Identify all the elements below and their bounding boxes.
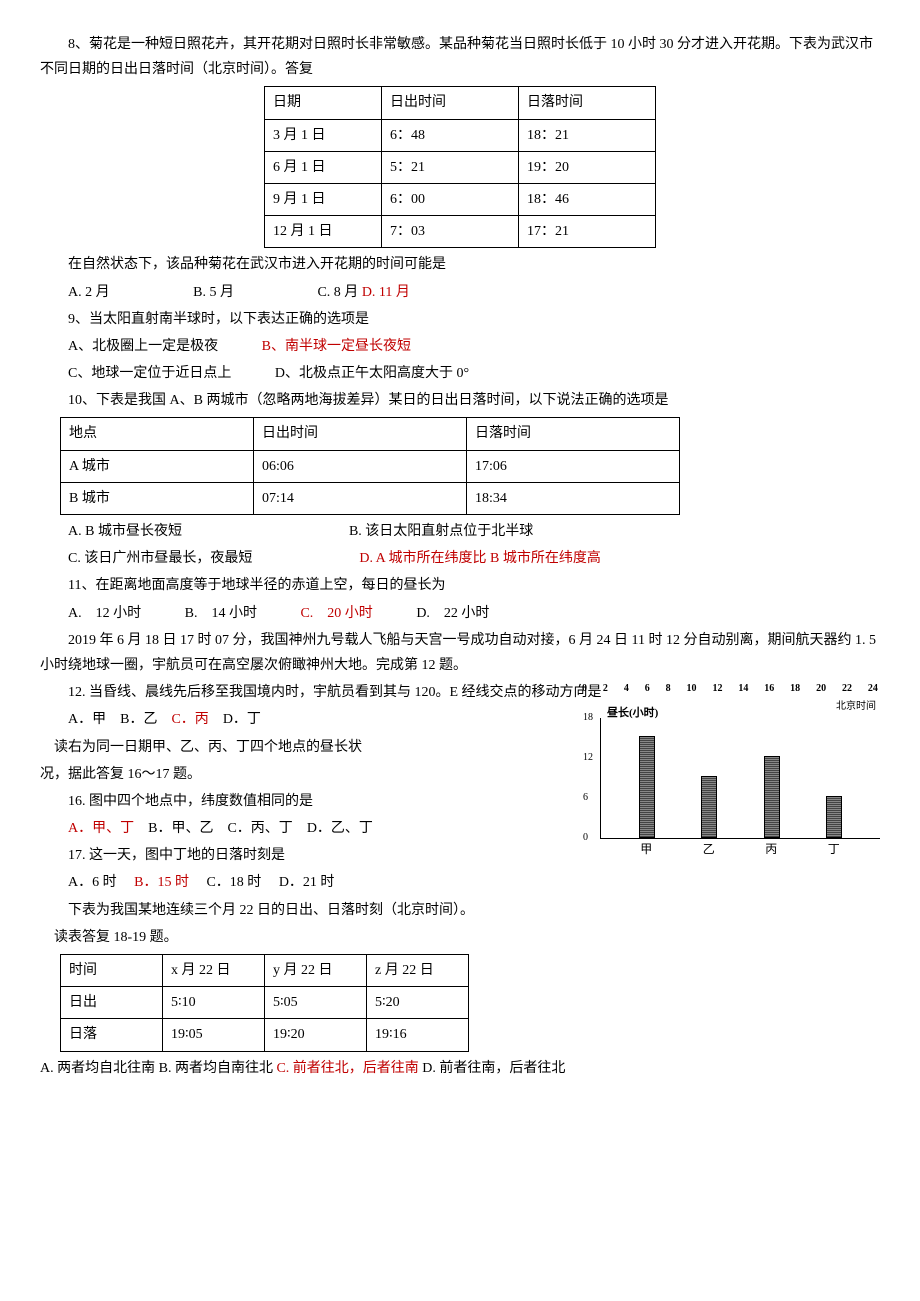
q16-options: A．甲、丁 B．甲、乙 C．丙、丁 D．乙、丁 bbox=[40, 816, 600, 841]
q18-optC: C. 前者往北，后者往南 bbox=[276, 1061, 422, 1076]
q8-options: A. 2 月 B. 5 月 C. 8 月 D. 11 月 bbox=[40, 280, 880, 305]
q10-row1: A. B 城市昼长夜短 B. 该日太阳直射点位于北半球 bbox=[40, 519, 880, 544]
q10-row2: C. 该日广州市昼最长，夜最短 D. A 城市所在纬度比 B 城市所在纬度高 bbox=[40, 546, 880, 571]
q12-options: A．甲 B．乙 C．丙 D．丁 bbox=[40, 707, 600, 732]
q12-optA: A．甲 bbox=[68, 712, 106, 727]
q18-table: 时间 x 月 22 日 y 月 22 日 z 月 22 日 日出 5∶10 5∶… bbox=[60, 954, 469, 1052]
passage16: 读右为同一日期甲、乙、丙、丁四个地点的昼长状 bbox=[40, 735, 600, 760]
q8-optB: B. 5 月 bbox=[193, 285, 234, 300]
q8-th3: 日落时间 bbox=[519, 87, 656, 119]
q18-options: A. 两者均自北往南 B. 两者均自南往北 C. 前者往北，后者往南 D. 前者… bbox=[40, 1056, 880, 1081]
chart-xlabels: 甲 乙 丙 丁 bbox=[600, 839, 880, 861]
q8-optD: D. 11 月 bbox=[362, 285, 410, 300]
chart-wrap: 12. 当昏线、晨线先后移至我国境内时，宇航员看到其与 120。E 经线交点的移… bbox=[40, 680, 880, 950]
q12-optB: B．乙 bbox=[120, 712, 157, 727]
q9-optC: C、地球一定位于近日点上 bbox=[68, 366, 231, 381]
q10-table: 地点 日出时间 日落时间 A 城市06:0617:06 B 城市07:1418:… bbox=[60, 417, 680, 515]
q9-optA: A、北极圈上一定是极夜 bbox=[68, 339, 218, 354]
q8-th2: 日出时间 bbox=[382, 87, 519, 119]
q10-optA: A. B 城市昼长夜短 bbox=[68, 524, 182, 539]
q17-optD: D．21 时 bbox=[279, 875, 335, 890]
q8-optC: C. 8 月 bbox=[317, 285, 361, 300]
q16-optD: D．乙、丁 bbox=[307, 821, 373, 836]
bar-bing bbox=[764, 756, 780, 838]
q8-th1: 日期 bbox=[265, 87, 382, 119]
q8-stem: 8、菊花是一种短日照花卉，其开花期对日照时长非常敏感。某品种菊花当日照时长低于 … bbox=[40, 32, 880, 82]
q9-row2: C、地球一定位于近日点上 D、北极点正午太阳高度大于 0° bbox=[40, 361, 880, 386]
q9-stem: 9、当太阳直射南半球时，以下表达正确的选项是 bbox=[40, 307, 880, 332]
passage12: 2019 年 6 月 18 日 17 时 07 分，我国神州九号载人飞船与天宫一… bbox=[40, 628, 880, 678]
q8-optA: A. 2 月 bbox=[68, 285, 110, 300]
q16-optA: A．甲、丁 bbox=[68, 821, 134, 836]
q12-optD: D．丁 bbox=[223, 712, 261, 727]
q18-optD: D. 前者往南，后者往北 bbox=[422, 1061, 565, 1076]
q12-optC: C．丙 bbox=[171, 712, 208, 727]
q9-optD: D、北极点正午太阳高度大于 0° bbox=[275, 366, 469, 381]
passage18: 下表为我国某地连续三个月 22 日的日出、日落时刻（北京时间）。 bbox=[40, 898, 600, 923]
q9-optB: B、南半球一定昼长夜短 bbox=[262, 339, 411, 354]
q17-options: A．6 时 B．15 时 C．18 时 D．21 时 bbox=[40, 870, 600, 895]
q11-optD: D. 22 小时 bbox=[416, 606, 489, 621]
q11-stem: 11、在距离地面高度等于地球半径的赤道上空，每日的昼长为 bbox=[40, 573, 880, 598]
bar-ding bbox=[826, 796, 842, 838]
q8-table: 日期 日出时间 日落时间 3 月 1 日6：4818：21 6 月 1 日5：2… bbox=[264, 86, 656, 248]
q16-stem: 16. 图中四个地点中，纬度数值相同的是 bbox=[40, 789, 600, 814]
q17-optB: B．15 时 bbox=[134, 875, 189, 890]
passage18b: 读表答复 18-19 题。 bbox=[40, 925, 600, 950]
bar-jia bbox=[639, 736, 655, 838]
passage16b: 况，据此答复 16～17 题。 bbox=[40, 762, 600, 787]
q10-optD: D. A 城市所在纬度比 B 城市所在纬度高 bbox=[359, 551, 601, 566]
q16-optB: B．甲、乙 bbox=[148, 821, 213, 836]
q18-garble: A. 两者均自北往南 B. 两者均自南往北 bbox=[40, 1061, 276, 1076]
q10-stem: 10、下表是我国 A、B 两城市（忽略两地海拔差异）某日的日出日落时间，以下说法… bbox=[40, 388, 880, 413]
q10-optC: C. 该日广州市昼最长，夜最短 bbox=[68, 551, 252, 566]
q17-optA: A．6 时 bbox=[68, 875, 117, 890]
q11-optC: C. 20 小时 bbox=[300, 606, 372, 621]
day-length-chart: 0 2 4 6 8 10 12 14 16 18 20 22 24 北京时间 昼… bbox=[580, 680, 880, 860]
q8-sub: 在自然状态下，该品种菊花在武汉市进入开花期的时间可能是 bbox=[40, 252, 880, 277]
q16-optC: C．丙、丁 bbox=[227, 821, 292, 836]
q17-stem: 17. 这一天，图中丁地的日落时刻是 bbox=[40, 843, 600, 868]
q11-optB: B. 14 小时 bbox=[185, 606, 257, 621]
q11-optA: A. 12 小时 bbox=[68, 606, 141, 621]
q11-options: A. 12 小时 B. 14 小时 C. 20 小时 D. 22 小时 bbox=[40, 601, 880, 626]
q17-optC: C．18 时 bbox=[206, 875, 261, 890]
bar-yi bbox=[701, 776, 717, 838]
q9-row1: A、北极圈上一定是极夜 B、南半球一定昼长夜短 bbox=[40, 334, 880, 359]
q10-optB: B. 该日太阳直射点位于北半球 bbox=[349, 524, 533, 539]
chart-area: 昼长(小时) 18 12 6 0 bbox=[600, 718, 880, 839]
chart-top-ticks: 0 2 4 6 8 10 12 14 16 18 20 22 24 bbox=[580, 680, 880, 698]
